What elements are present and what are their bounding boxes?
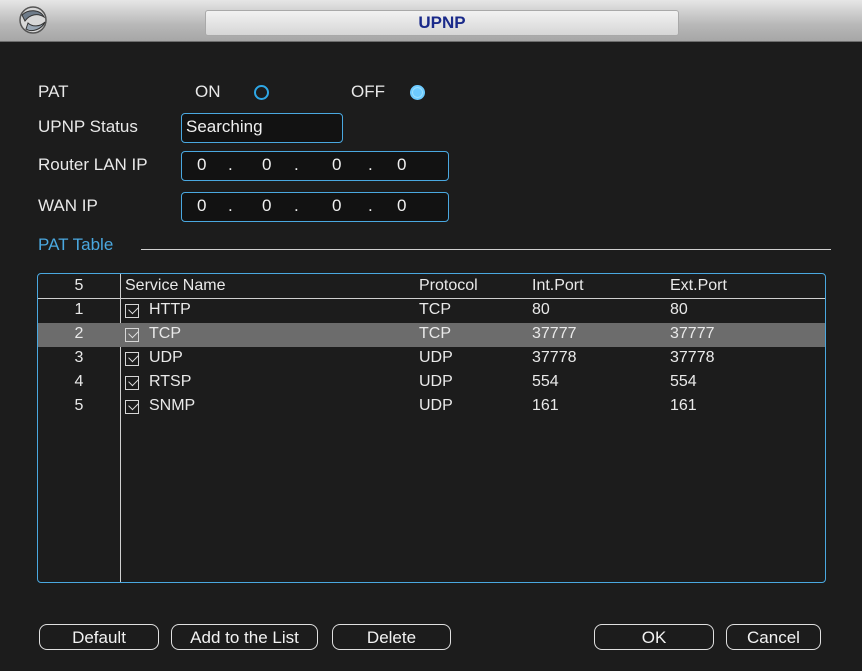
table-header: 5 Service Name Protocol Int.Port Ext.Por… [38, 275, 825, 299]
protocol: TCP [419, 301, 451, 318]
int-port: 37778 [532, 349, 577, 366]
int-port: 161 [532, 397, 559, 414]
router-lan-ip-field[interactable]: 0 . 0 . 0 . 0 [181, 151, 449, 181]
upnp-status-field: Searching [181, 113, 343, 143]
ip-octet[interactable]: 0 [197, 155, 206, 175]
checkbox-checked-icon[interactable] [125, 376, 139, 390]
delete-button[interactable]: Delete [332, 624, 451, 650]
ip-dot: . [294, 196, 299, 215]
ip-octet[interactable]: 0 [262, 155, 271, 175]
title-bar: UPNP [0, 0, 862, 42]
table-row[interactable]: 5 SNMP UDP 161 161 [38, 395, 825, 419]
service-name: SNMP [149, 397, 196, 414]
ip-dot: . [228, 155, 233, 174]
ip-octet[interactable]: 0 [332, 196, 341, 216]
int-port: 37777 [532, 325, 577, 342]
table-row-selected[interactable]: 2 TCP TCP 37777 37777 [38, 323, 825, 347]
ip-dot: . [368, 196, 373, 215]
row-number: 1 [74, 301, 84, 318]
int-port: 554 [532, 373, 559, 390]
ip-dot: . [368, 155, 373, 174]
service-name-header[interactable]: Service Name [125, 277, 225, 295]
ip-octet[interactable]: 0 [262, 196, 271, 216]
pat-on-radio[interactable] [254, 85, 269, 100]
window-title: UPNP [205, 10, 679, 36]
default-button[interactable]: Default [39, 624, 159, 650]
ip-octet[interactable]: 0 [397, 155, 406, 175]
ext-port: 554 [670, 373, 697, 390]
upnp-status-label: UPNP Status [38, 117, 138, 136]
table-row[interactable]: 3 UDP UDP 37778 37778 [38, 347, 825, 371]
protocol-header[interactable]: Protocol [419, 277, 478, 295]
ip-dot: . [294, 155, 299, 174]
service-name: HTTP [149, 301, 191, 318]
wan-ip-field[interactable]: 0 . 0 . 0 . 0 [181, 192, 449, 222]
protocol: UDP [419, 349, 453, 366]
upnp-status-value: Searching [186, 117, 263, 136]
row-count-header: 5 [74, 277, 84, 294]
ip-octet[interactable]: 0 [197, 196, 206, 216]
ext-port: 80 [670, 301, 688, 318]
pat-off-radio[interactable] [410, 85, 425, 100]
ip-octet[interactable]: 0 [397, 196, 406, 216]
section-divider [141, 249, 831, 250]
checkbox-checked-icon[interactable] [125, 352, 139, 366]
router-lan-ip-label: Router LAN IP [38, 155, 148, 174]
pat-table-label: PAT Table [38, 235, 114, 254]
service-name: UDP [149, 349, 183, 366]
checkbox-checked-icon[interactable] [125, 400, 139, 414]
ext-port-header[interactable]: Ext.Port [670, 277, 727, 295]
int-port-header[interactable]: Int.Port [532, 277, 584, 295]
ok-button[interactable]: OK [594, 624, 714, 650]
ext-port: 161 [670, 397, 697, 414]
table-row[interactable]: 1 HTTP TCP 80 80 [38, 299, 825, 323]
row-number: 2 [74, 325, 84, 342]
checkbox-checked-icon[interactable] [125, 304, 139, 318]
ext-port: 37778 [670, 349, 715, 366]
service-name: TCP [149, 325, 181, 342]
row-number: 3 [74, 349, 84, 366]
row-number: 4 [74, 373, 84, 390]
int-port: 80 [532, 301, 550, 318]
ext-port: 37777 [670, 325, 715, 342]
cancel-button[interactable]: Cancel [726, 624, 821, 650]
pat-off-label: OFF [351, 82, 385, 101]
checkbox-checked-icon[interactable] [125, 328, 139, 342]
protocol: UDP [419, 373, 453, 390]
wan-ip-label: WAN IP [38, 196, 98, 215]
ip-octet[interactable]: 0 [332, 155, 341, 175]
row-number: 5 [74, 397, 84, 414]
protocol: UDP [419, 397, 453, 414]
protocol: TCP [419, 325, 451, 342]
pat-on-label: ON [195, 82, 221, 101]
pat-table[interactable]: 5 Service Name Protocol Int.Port Ext.Por… [37, 273, 826, 583]
service-name: RTSP [149, 373, 192, 390]
pat-label: PAT [38, 82, 69, 101]
app-logo-icon [19, 6, 47, 34]
add-to-list-button[interactable]: Add to the List [171, 624, 318, 650]
table-row[interactable]: 4 RTSP UDP 554 554 [38, 371, 825, 395]
ip-dot: . [228, 196, 233, 215]
